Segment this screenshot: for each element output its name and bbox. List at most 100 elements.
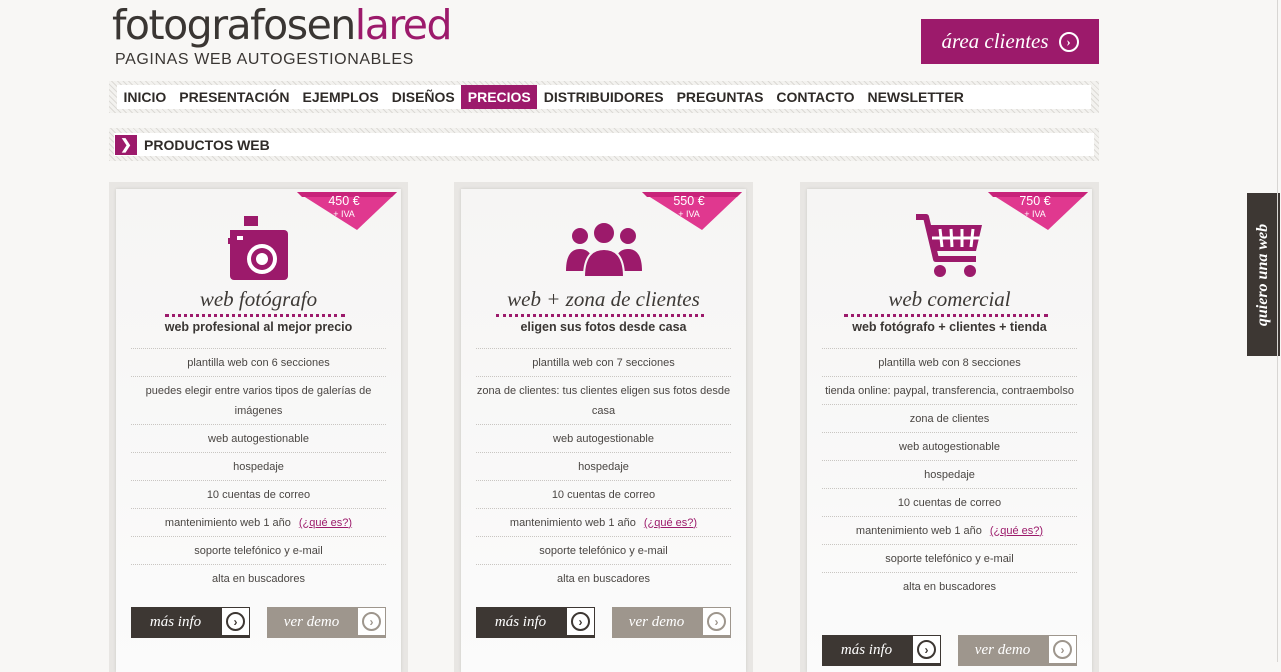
more-info-label: más info — [149, 614, 202, 630]
feature-item: plantilla web con 7 secciones — [476, 348, 731, 376]
logo-part-accent: la — [354, 1, 390, 49]
nav-item-precios[interactable]: PRECIOS — [461, 85, 538, 109]
nav-item-distribuidores[interactable]: DISTRIBUIDORES — [537, 85, 670, 109]
client-area-label: área clientes — [941, 29, 1049, 53]
chevron-right-circle-icon: › — [567, 608, 594, 635]
feature-item: hospedaje — [822, 460, 1077, 488]
product-card: 550 € + IVA web + zona de clientes eligen… — [454, 182, 753, 672]
feature-item: mantenimiento web 1 año (¿qué es?) — [131, 508, 386, 536]
feature-item: 10 cuentas de correo — [476, 480, 731, 508]
feature-text: mantenimiento web 1 año — [509, 516, 636, 529]
feature-text: web autogestionable — [208, 432, 309, 445]
title-divider — [496, 314, 704, 317]
product-title: web + zona de clientes — [507, 287, 700, 311]
view-demo-button[interactable]: ver demo › — [267, 607, 386, 638]
feature-item: plantilla web con 8 secciones — [822, 348, 1077, 376]
nav-bar: INICIO PRESENTACIÓN EJEMPLOS DISEÑOS PRECIOS… — [117, 85, 1091, 109]
feature-text: soporte telefónico y e-mail — [885, 552, 1014, 565]
feature-text: alta en buscadores — [212, 572, 305, 585]
client-area-button[interactable]: área clientes › — [921, 19, 1099, 64]
feature-item: soporte telefónico y e-mail — [822, 544, 1077, 572]
feature-text: 10 cuentas de correo — [551, 488, 656, 501]
what-is-link[interactable]: (¿qué es?) — [299, 517, 352, 529]
nav-item-inicio[interactable]: INICIO — [117, 85, 173, 109]
logo-wordmark: fotografosenlared — [112, 0, 453, 50]
nav-item-contacto[interactable]: CONTACTO — [770, 85, 861, 109]
nav-item-preguntas[interactable]: PREGUNTAS — [670, 85, 770, 109]
logo-part: en — [306, 1, 357, 49]
chevron-right-icon: ❯ — [115, 134, 137, 155]
chevron-right-circle-icon: › — [703, 608, 730, 635]
what-is-link[interactable]: (¿qué es?) — [644, 517, 697, 529]
chevron-right-circle-icon: › — [222, 608, 249, 635]
chevron-right-circle-icon: › — [1058, 31, 1079, 52]
feature-text: soporte telefónico y e-mail — [194, 544, 323, 557]
feature-text: plantilla web con 7 secciones — [532, 356, 675, 369]
feature-text: plantilla web con 8 secciones — [878, 356, 1021, 369]
product-subtitle: web profesional al mejor precio — [164, 320, 353, 334]
people-group-icon — [461, 219, 746, 291]
view-demo-label: ver demo — [628, 614, 685, 630]
shopping-cart-icon — [807, 213, 1092, 285]
feature-text: mantenimiento web 1 año — [855, 524, 982, 537]
feature-text: web autogestionable — [553, 432, 654, 445]
feature-item: hospedaje — [131, 452, 386, 480]
feature-text: puedes elegir entre varios tipos de gale… — [145, 384, 372, 417]
product-card-body: 550 € + IVA web + zona de clientes eligen… — [461, 189, 746, 672]
what-is-link[interactable]: (¿qué es?) — [990, 525, 1043, 537]
feature-item: 10 cuentas de correo — [131, 480, 386, 508]
nav-item-diseños[interactable]: DISEÑOS — [385, 85, 461, 109]
price-value: 550 € — [673, 194, 705, 208]
title-divider — [844, 314, 1048, 317]
product-card-body: 750 € + IVA web comercial web fotógrafo +… — [807, 189, 1092, 672]
chevron-right-circle-icon: › — [358, 608, 385, 635]
product-subtitle: eligen sus fotos desde casa — [520, 320, 687, 334]
side-tab-label: quiero una web — [1254, 223, 1272, 326]
view-demo-label: ver demo — [974, 642, 1031, 658]
feature-text: mantenimiento web 1 año — [164, 516, 291, 529]
feature-item: puedes elegir entre varios tipos de gale… — [131, 376, 386, 424]
title-divider — [165, 314, 345, 317]
feature-list: plantilla web con 7 secciones zona de cli… — [476, 348, 731, 592]
quiero-una-web-tab[interactable]: quiero una web — [1247, 193, 1280, 356]
feature-text: plantilla web con 6 secciones — [187, 356, 330, 369]
feature-item: web autogestionable — [822, 432, 1077, 460]
feature-item: plantilla web con 6 secciones — [131, 348, 386, 376]
feature-text: hospedaje — [233, 460, 284, 473]
price-value: 750 € — [1019, 194, 1051, 208]
product-card-body: 450 € + IVA web fotógrafo web profesional… — [116, 189, 401, 672]
nav-item-newsletter[interactable]: NEWSLETTER — [861, 85, 970, 109]
feature-item: alta en buscadores — [822, 572, 1077, 600]
price-value: 450 € — [328, 194, 360, 208]
view-demo-button[interactable]: ver demo › — [612, 607, 731, 638]
logo-part-accent: red — [388, 1, 452, 49]
feature-item: mantenimiento web 1 año (¿qué es?) — [822, 516, 1077, 544]
nav-item-presentación[interactable]: PRESENTACIÓN — [173, 85, 296, 109]
feature-text: alta en buscadores — [903, 580, 996, 593]
feature-text: zona de clientes: tus clientes eligen su… — [476, 384, 731, 417]
feature-item: alta en buscadores — [131, 564, 386, 592]
more-info-button[interactable]: más info › — [476, 607, 595, 638]
more-info-button[interactable]: más info › — [131, 607, 250, 638]
feature-item: web autogestionable — [131, 424, 386, 452]
nav-item-ejemplos[interactable]: EJEMPLOS — [296, 85, 385, 109]
view-demo-label: ver demo — [283, 614, 340, 630]
feature-text: web autogestionable — [899, 440, 1000, 453]
feature-item: soporte telefónico y e-mail — [131, 536, 386, 564]
feature-item: soporte telefónico y e-mail — [476, 536, 731, 564]
camera-icon — [116, 216, 401, 288]
product-title: web fotógrafo — [199, 287, 318, 311]
feature-text: alta en buscadores — [557, 572, 650, 585]
more-info-button[interactable]: más info › — [822, 635, 941, 666]
section-title: PRODUCTOS WEB — [144, 136, 270, 153]
section-bar: ❯ PRODUCTOS WEB — [114, 133, 1094, 156]
feature-item: hospedaje — [476, 452, 731, 480]
chevron-right-circle-icon: › — [913, 636, 940, 663]
view-demo-button[interactable]: ver demo › — [958, 635, 1077, 666]
feature-text: soporte telefónico y e-mail — [539, 544, 668, 557]
feature-item: zona de clientes: tus clientes eligen su… — [476, 376, 731, 424]
product-card: 450 € + IVA web fotógrafo web profesional… — [109, 182, 408, 672]
site-logo[interactable]: fotografosenlared PAGINAS WEB AUTOGESTIO… — [112, 0, 453, 69]
feature-item: zona de clientes — [822, 404, 1077, 432]
feature-item: mantenimiento web 1 año (¿qué es?) — [476, 508, 731, 536]
